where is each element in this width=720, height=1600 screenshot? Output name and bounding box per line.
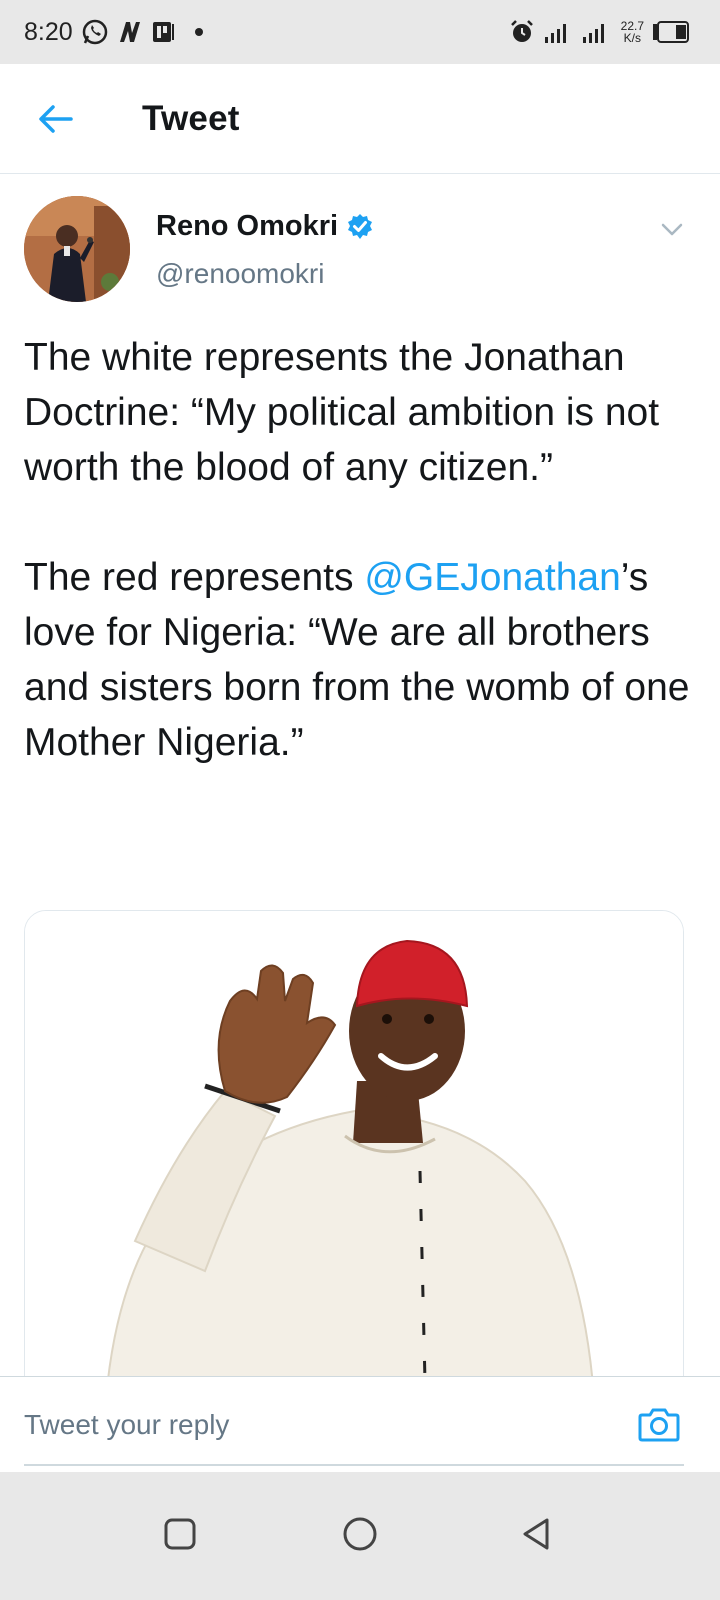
recents-icon xyxy=(163,1517,197,1551)
back-arrow-icon xyxy=(38,104,74,134)
chevron-down-icon xyxy=(661,223,683,237)
author-handle[interactable]: @renoomokri xyxy=(156,258,324,290)
back-icon xyxy=(519,1516,553,1552)
nav-back-button[interactable] xyxy=(506,1504,566,1564)
pocket-icon xyxy=(151,19,177,45)
home-button[interactable] xyxy=(330,1504,390,1564)
author-name[interactable]: Reno Omokri xyxy=(156,210,338,243)
n-icon xyxy=(117,19,143,45)
status-time: 8:20 xyxy=(24,17,73,46)
signal-sim1-icon xyxy=(543,19,573,45)
tweet: Reno Omokri @renoomokri The white repres… xyxy=(0,174,720,1410)
camera-button[interactable] xyxy=(634,1399,684,1449)
back-button[interactable] xyxy=(26,89,86,149)
system-nav-bar xyxy=(0,1472,720,1600)
whatsapp-icon xyxy=(81,18,109,46)
author-name-row: Reno Omokri xyxy=(156,210,374,243)
verified-badge-icon xyxy=(346,213,374,241)
notification-dot-icon xyxy=(194,28,203,36)
alarm-icon xyxy=(509,19,535,45)
tweet-paragraph-1: The white represents the Jonathan Doctri… xyxy=(24,336,660,489)
tweet-text: The white represents the Jonathan Doctri… xyxy=(24,330,704,770)
net-speed-unit: K/s xyxy=(623,31,641,45)
status-bar-right: 22.7 K/s xyxy=(509,19,690,45)
net-speed: 22.7 K/s xyxy=(621,20,644,44)
reply-bar xyxy=(0,1376,720,1472)
status-bar-left: 8:20 xyxy=(24,18,203,47)
recents-button[interactable] xyxy=(150,1504,210,1564)
tweet-options-button[interactable] xyxy=(660,218,684,242)
camera-icon xyxy=(638,1406,680,1442)
tweet-text-before-mention: The red represents xyxy=(24,556,365,599)
tweet-media-image[interactable] xyxy=(24,910,684,1410)
app-header: Tweet xyxy=(0,64,720,174)
tweet-author-row: Reno Omokri @renoomokri xyxy=(0,174,720,314)
avatar[interactable] xyxy=(24,196,130,302)
battery-icon xyxy=(652,21,690,43)
status-bar: 8:20 22.7 K/s xyxy=(0,0,720,64)
mention-link[interactable]: @GEJonathan xyxy=(364,556,620,599)
reply-underline xyxy=(24,1464,684,1466)
home-icon xyxy=(341,1515,379,1553)
page-title: Tweet xyxy=(142,98,240,138)
reply-input[interactable] xyxy=(24,1395,624,1455)
tweet-paragraph-2: The red represents @GEJonathan’s love fo… xyxy=(24,550,704,770)
signal-sim2-icon xyxy=(581,19,611,45)
